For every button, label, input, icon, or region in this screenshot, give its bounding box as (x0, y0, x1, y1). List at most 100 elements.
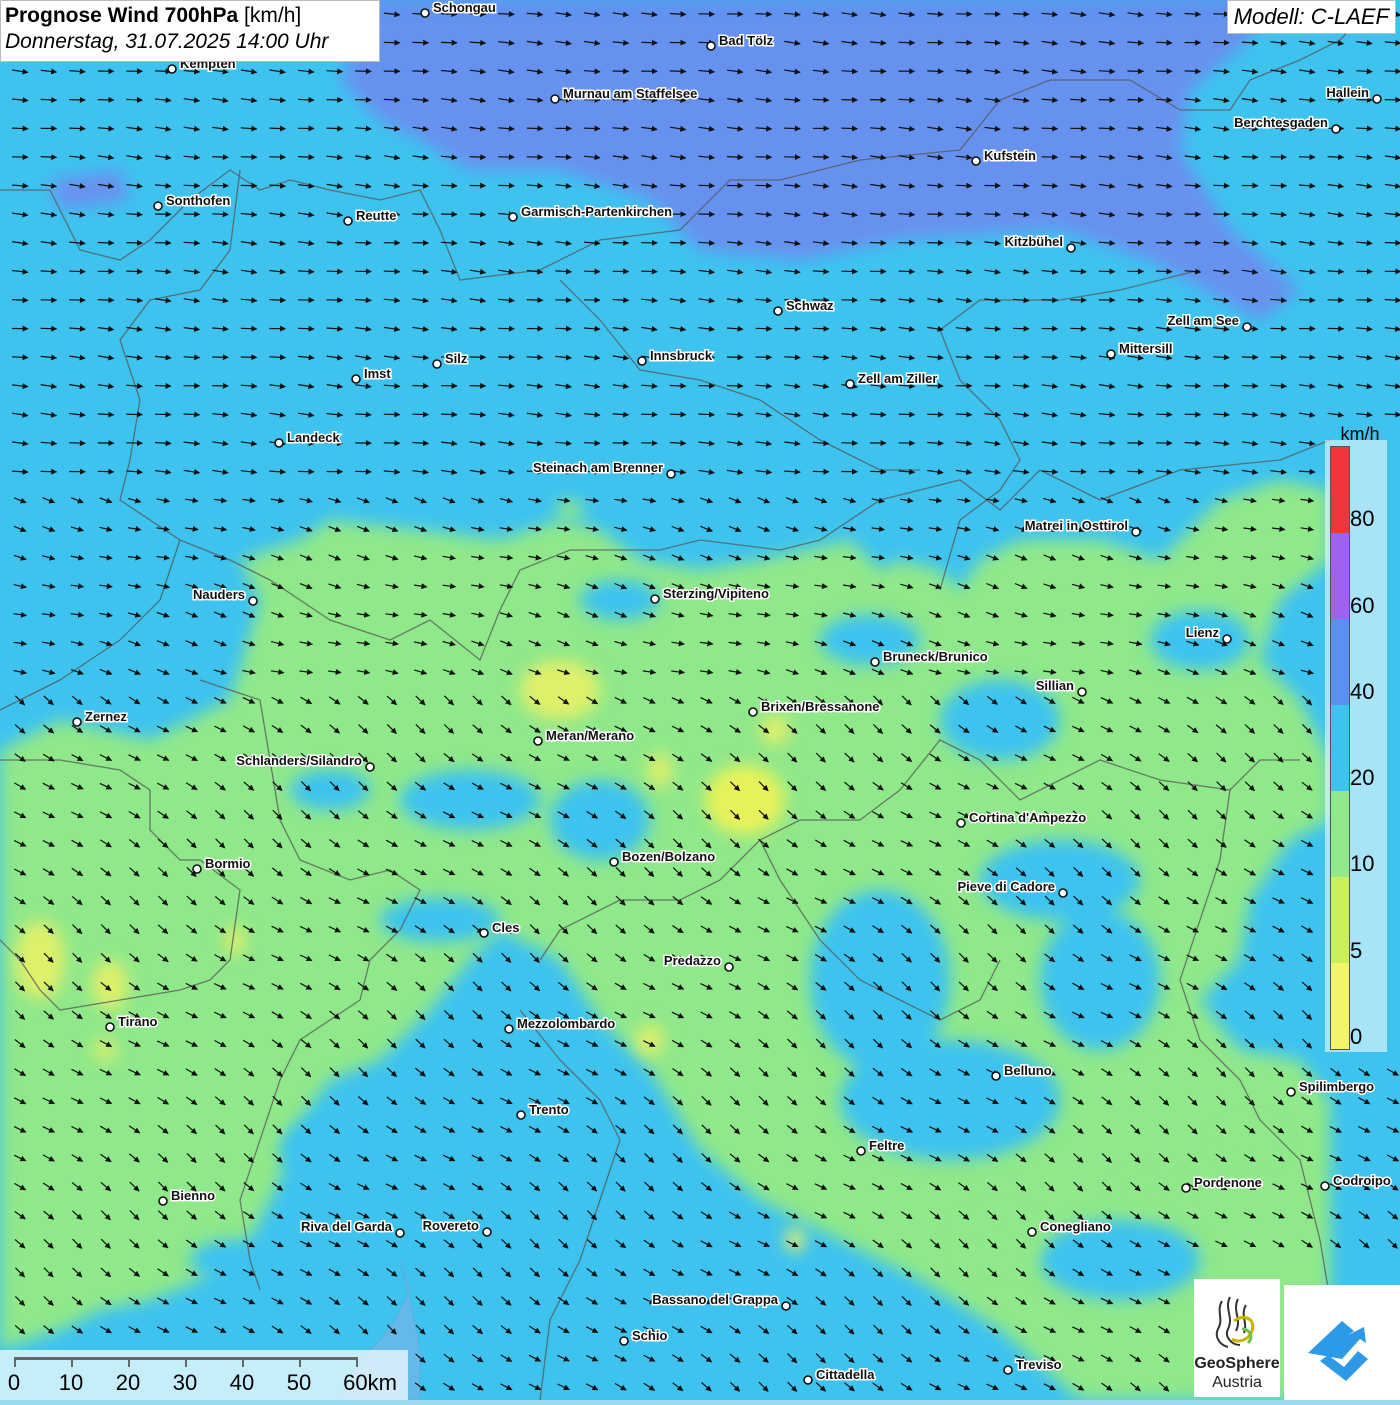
scale-label: 30 (173, 1370, 197, 1396)
wind-arrow (41, 157, 57, 158)
city-label: Kufstein (984, 148, 1036, 163)
wind-arrow (470, 214, 486, 215)
geosphere-emblem-icon (1194, 1283, 1280, 1363)
city-marker: Schongau (421, 0, 496, 17)
scale-label: 0 (8, 1370, 20, 1396)
wind-arrow (269, 357, 285, 358)
wind-arrow (813, 328, 829, 329)
wind-arrow (12, 357, 28, 358)
wind-arrow (327, 128, 343, 129)
wind-arrow (1156, 42, 1172, 43)
city-marker: Pordenone (1182, 1175, 1262, 1192)
wind-arrow (1042, 357, 1058, 358)
wind-arrow (412, 386, 428, 387)
legend-label: 10 (1350, 851, 1386, 877)
city-label: Bormio (205, 856, 251, 871)
city-label: Innsbruck (650, 348, 713, 363)
city-label: Kitzbühel (1005, 234, 1064, 249)
field-top-strip (380, 0, 1260, 22)
scale-tick (299, 1357, 301, 1367)
city-dot (620, 1337, 628, 1345)
wind-arrow (956, 185, 972, 186)
city-label: Cles (492, 920, 519, 935)
city-dot (1182, 1184, 1190, 1192)
city-dot (1332, 125, 1340, 133)
legend-swatch (1331, 619, 1349, 705)
legend-label: 80 (1350, 506, 1386, 532)
city-label: Nauders (193, 587, 245, 602)
wind-arrow (470, 157, 486, 158)
city-dot (534, 737, 542, 745)
city-label: Pordenone (1194, 1175, 1262, 1190)
city-label: Belluno (1004, 1063, 1052, 1078)
city-label: Zernez (85, 709, 127, 724)
wind-arrow (12, 300, 28, 301)
wind-arrow (727, 157, 743, 158)
city-dot (509, 213, 517, 221)
wind-arrow (269, 128, 285, 129)
city-dot (154, 202, 162, 210)
wind-arrow (1127, 471, 1143, 472)
legend-label: 20 (1350, 765, 1386, 791)
wind-arrow (184, 414, 200, 415)
legend-swatch (1331, 877, 1349, 963)
wind-arrow (355, 471, 371, 472)
city-dot (972, 157, 980, 165)
city-marker: Murnau am Staffelsee (551, 86, 697, 103)
legend-unit: km/h (1330, 424, 1390, 445)
wind-arrow (412, 71, 428, 72)
city-dot (804, 1376, 812, 1384)
city-dot (707, 42, 715, 50)
wind-arrow (1070, 99, 1086, 100)
legend-label: 60 (1350, 593, 1386, 619)
wind-arrow (126, 271, 142, 272)
wind-arrow (1156, 271, 1172, 272)
city-marker: Bruneck/Brunico (871, 649, 988, 666)
city-dot (957, 819, 965, 827)
wind-arrow (584, 443, 600, 444)
wind-arrow (1185, 71, 1201, 72)
wind-arrow (584, 128, 600, 129)
city-dot (106, 1023, 114, 1031)
city-label: Bienno (171, 1188, 215, 1203)
wind-arrow (498, 14, 514, 15)
city-dot (610, 858, 618, 866)
city-dot (480, 929, 488, 937)
wind-arrow (1270, 185, 1286, 186)
wind-arrow (269, 300, 285, 301)
wind-arrow (641, 42, 657, 43)
wind-arrow (870, 243, 886, 244)
wind-arrow (527, 128, 543, 129)
forecast-datetime: Donnerstag, 31.07.2025 14:00 Uhr (5, 30, 375, 54)
wind-arrow (555, 328, 571, 329)
city-dot (857, 1147, 865, 1155)
wind-arrow (1356, 128, 1372, 129)
wind-arrow (870, 471, 886, 472)
scale-tick (14, 1357, 16, 1367)
city-label: Riva del Garda (301, 1219, 393, 1234)
city-label: Trento (529, 1102, 569, 1117)
wind-arrow (841, 128, 857, 129)
wind-arrow (670, 71, 686, 72)
city-dot (275, 439, 283, 447)
legend-label: 0 (1350, 1024, 1386, 1050)
city-dot (159, 1197, 167, 1205)
city-dot (366, 763, 374, 771)
scale-label: 20 (116, 1370, 140, 1396)
city-dot (725, 963, 733, 971)
city-dot (1132, 528, 1140, 536)
wind-arrow (1385, 414, 1400, 415)
city-label: Berchtesgaden (1234, 115, 1328, 130)
city-label: Schwaz (786, 298, 834, 313)
city-dot (782, 1302, 790, 1310)
wind-arrow (1299, 300, 1315, 301)
city-label: Bozen/Bolzano (622, 849, 715, 864)
city-label: Brixen/Bressanone (761, 699, 880, 714)
city-marker: Conegliano (1028, 1219, 1111, 1236)
app-arrow-icon (1284, 1285, 1400, 1400)
wind-arrow (1213, 185, 1229, 186)
wind-arrow (155, 386, 171, 387)
wind-arrow (1013, 14, 1029, 15)
wind-arrow (1185, 386, 1201, 387)
city-marker: Spilimbergo (1287, 1079, 1374, 1096)
